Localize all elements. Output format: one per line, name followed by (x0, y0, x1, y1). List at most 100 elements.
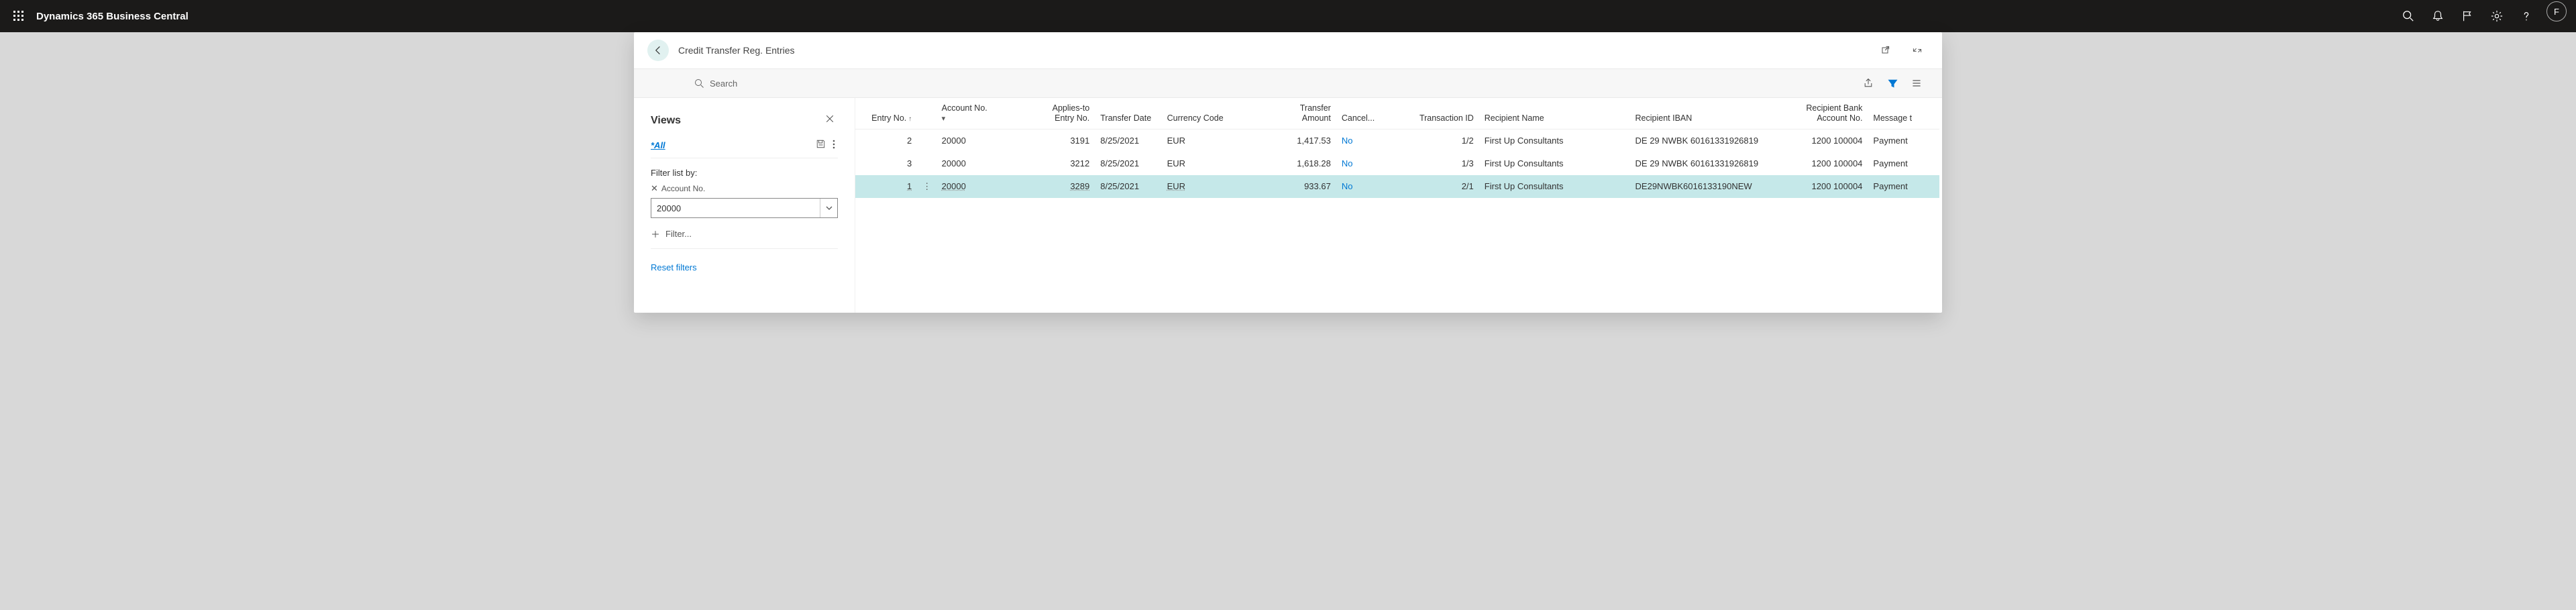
share-icon (1863, 78, 1874, 89)
cell-applies-to: 3191 (1070, 136, 1089, 146)
save-icon (816, 139, 826, 149)
cell-transfer-date: 8/25/2021 (1095, 130, 1161, 152)
list-view-button[interactable] (1904, 71, 1929, 95)
filter-by-label: Filter list by: (651, 168, 838, 178)
filter-account-no-input[interactable] (651, 199, 820, 217)
plus-icon (651, 230, 660, 239)
collapse-button[interactable] (1906, 39, 1929, 62)
global-search-button[interactable] (2394, 1, 2423, 31)
cell-message: Payment (1868, 130, 1939, 152)
cell-canceled[interactable]: No (1342, 136, 1353, 146)
cell-amount: 933.67 (1265, 175, 1336, 198)
question-icon (2520, 10, 2532, 22)
search-icon (2402, 10, 2414, 22)
cell-amount: 1,417.53 (1265, 130, 1336, 152)
col-txn-id[interactable]: Transaction ID (1384, 98, 1479, 130)
bell-icon (2432, 10, 2444, 22)
cell-message: Payment (1868, 152, 1939, 175)
avatar-initial: F (2554, 7, 2559, 17)
cell-recipient-bank: 1200 100004 (1796, 152, 1868, 175)
filter-pane-toggle[interactable] (1880, 71, 1904, 95)
cell-account-no: 20000 (942, 158, 966, 168)
cell-applies-to: 3212 (1070, 158, 1089, 168)
reset-filters-link[interactable]: Reset filters (651, 262, 838, 272)
funnel-icon (1888, 79, 1898, 89)
top-app-bar: Dynamics 365 Business Central F (0, 0, 2576, 32)
table-row[interactable]: 3⋮2000032128/25/2021EUR1,618.28No1/3Firs… (855, 152, 1939, 175)
filter-lookup-button[interactable] (820, 199, 837, 217)
close-filter-pane-button[interactable] (822, 110, 838, 131)
list-icon (1911, 78, 1922, 89)
funnel-icon: ▾ (942, 115, 1034, 123)
table-row[interactable]: 1⋮2000032898/25/2021EUR933.67No2/1First … (855, 175, 1939, 198)
popout-icon (1880, 45, 1890, 56)
settings-button[interactable] (2482, 1, 2512, 31)
col-account-no[interactable]: Account No. ▾ (936, 98, 1040, 130)
filter-field-label: Account No. (661, 184, 705, 193)
col-recipient-iban[interactable]: Recipient IBAN (1630, 98, 1796, 130)
search-label: Search (710, 79, 737, 89)
cell-recipient-name: First Up Consultants (1479, 175, 1630, 198)
waffle-icon (13, 11, 24, 21)
help-button[interactable] (2512, 1, 2541, 31)
view-all-link[interactable]: *All (651, 140, 665, 150)
cell-message: Payment (1868, 175, 1939, 198)
cell-currency: EUR (1167, 136, 1185, 146)
gear-icon (2491, 10, 2503, 22)
open-new-window-button[interactable] (1874, 39, 1896, 62)
save-view-button[interactable] (816, 139, 826, 151)
cell-txn-id: 2/1 (1384, 175, 1479, 198)
cell-entry-no: 3 (907, 158, 912, 168)
user-avatar[interactable]: F (2546, 1, 2567, 21)
col-entry-no[interactable]: Entry No.↑ (855, 98, 917, 130)
row-menu-button[interactable]: ⋮ (917, 175, 936, 198)
cell-canceled[interactable]: No (1342, 181, 1353, 191)
page-title: Credit Transfer Reg. Entries (678, 45, 795, 56)
add-filter-button[interactable]: Filter... (651, 229, 838, 249)
arrow-left-icon (653, 45, 663, 56)
data-grid: Entry No.↑ Account No. ▾ Applies-to Entr… (855, 98, 1942, 313)
share-button[interactable] (1856, 71, 1880, 95)
list-search-button[interactable]: Search (694, 79, 737, 89)
table-row[interactable]: 2⋮2000031918/25/2021EUR1,417.53No1/2Firs… (855, 130, 1939, 152)
app-launcher-button[interactable] (5, 3, 32, 30)
cell-currency: EUR (1167, 181, 1185, 191)
cell-recipient-iban: DE29NWBK6016133190NEW (1630, 175, 1796, 198)
sort-asc-icon: ↑ (908, 115, 912, 123)
col-canceled[interactable]: Cancel... (1336, 98, 1384, 130)
remove-filter-account-no[interactable]: ✕ Account No. (651, 183, 838, 194)
view-more-button[interactable] (830, 140, 838, 151)
chevron-down-icon (826, 205, 833, 211)
cell-transfer-date: 8/25/2021 (1095, 152, 1161, 175)
back-button[interactable] (647, 40, 669, 61)
cell-canceled[interactable]: No (1342, 158, 1353, 168)
cell-applies-to: 3289 (1070, 181, 1089, 191)
cell-recipient-name: First Up Consultants (1479, 152, 1630, 175)
col-amount[interactable]: Transfer Amount (1265, 98, 1336, 130)
cell-recipient-bank: 1200 100004 (1796, 175, 1868, 198)
more-vertical-icon (833, 140, 835, 149)
cell-amount: 1,618.28 (1265, 152, 1336, 175)
close-icon (824, 113, 835, 124)
col-recipient-bank[interactable]: Recipient Bank Account No. (1796, 98, 1868, 130)
cell-entry-no: 1 (907, 181, 912, 191)
col-currency[interactable]: Currency Code (1162, 98, 1265, 130)
col-recipient-name[interactable]: Recipient Name (1479, 98, 1630, 130)
cell-entry-no: 2 (907, 136, 912, 146)
cell-recipient-iban: DE 29 NWBK 60161331926819 (1630, 130, 1796, 152)
cell-recipient-iban: DE 29 NWBK 60161331926819 (1630, 152, 1796, 175)
col-applies-to[interactable]: Applies-to Entry No. (1039, 98, 1095, 130)
search-icon (694, 79, 704, 89)
views-heading: Views (651, 115, 681, 127)
notifications-button[interactable] (2423, 1, 2453, 31)
flag-icon (2461, 10, 2473, 22)
cell-account-no: 20000 (942, 136, 966, 146)
cell-recipient-bank: 1200 100004 (1796, 130, 1868, 152)
app-title: Dynamics 365 Business Central (32, 11, 189, 22)
flag-button[interactable] (2453, 1, 2482, 31)
cell-transfer-date: 8/25/2021 (1095, 175, 1161, 198)
cell-txn-id: 1/2 (1384, 130, 1479, 152)
col-message[interactable]: Message t (1868, 98, 1939, 130)
filter-pane: Views *All Filte (634, 98, 855, 313)
col-transfer-date[interactable]: Transfer Date (1095, 98, 1161, 130)
